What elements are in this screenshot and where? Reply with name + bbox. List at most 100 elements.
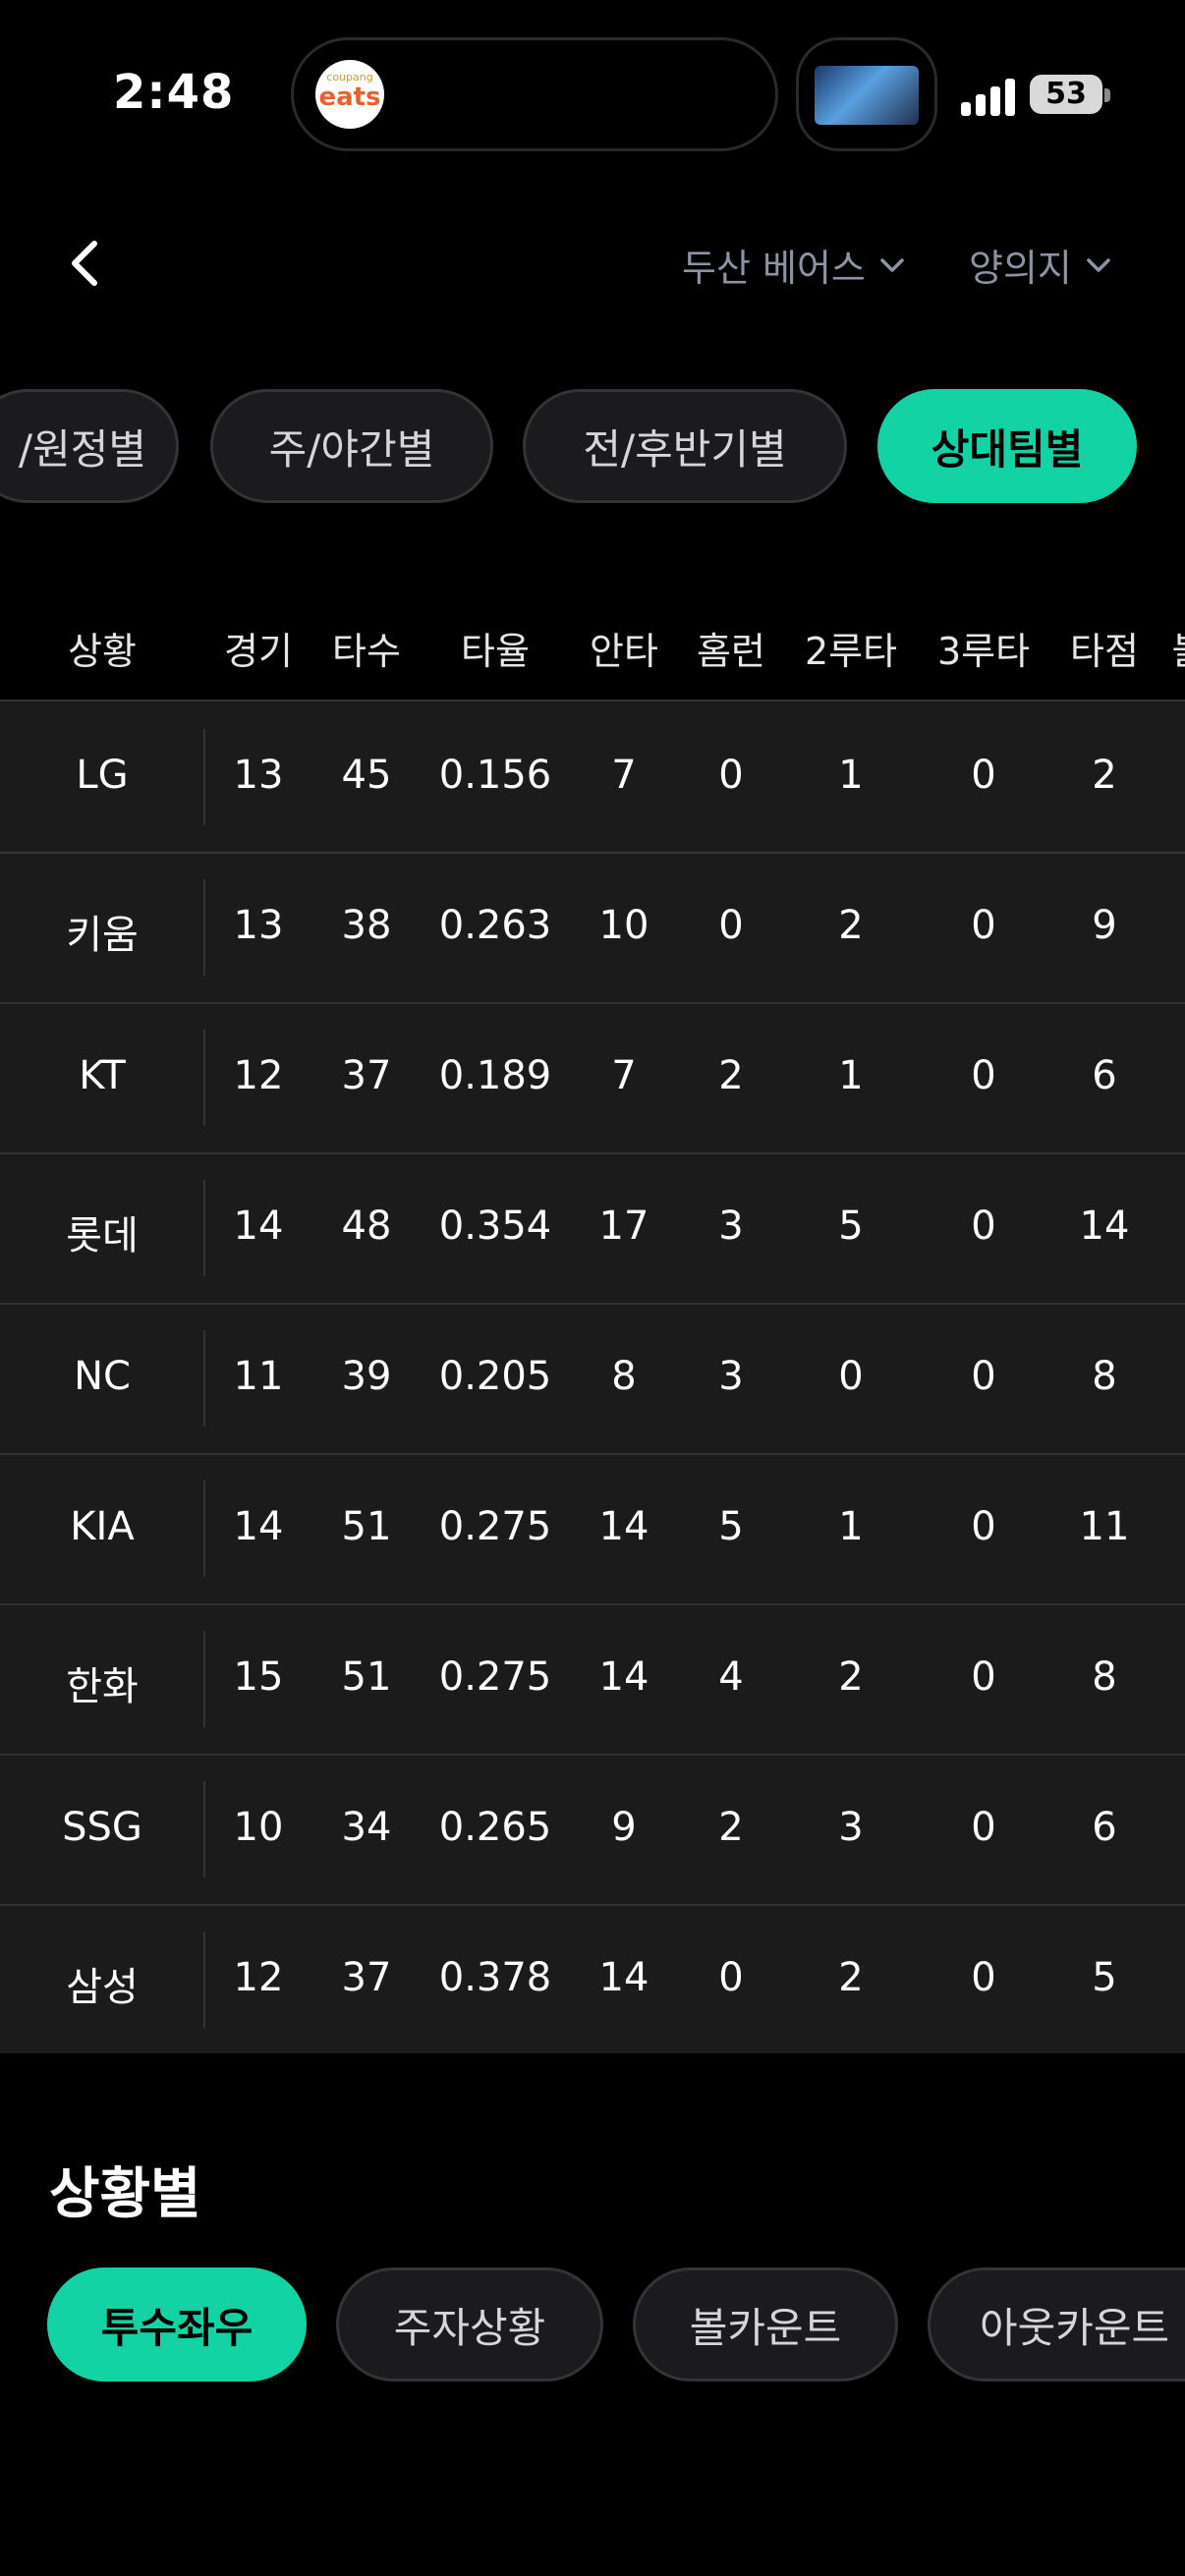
column-divider (203, 1781, 205, 1877)
col-header-overflow: 볼 (1172, 621, 1185, 675)
table-row[interactable]: SSG 10 34 0.265 9 2 3 0 6 (0, 1754, 1185, 1906)
cell-triples: 0 (971, 753, 996, 798)
chevron-down-icon (1087, 257, 1110, 272)
cell-opponent: 한화 (66, 1664, 139, 1709)
cell-opponent: KT (79, 1053, 126, 1098)
cell-hits: 8 (611, 1354, 637, 1399)
team-filter-dropdown[interactable]: 두산 베어스 (682, 238, 907, 292)
cell-avg: 0.378 (438, 1955, 552, 2000)
cell-rbi: 9 (1092, 903, 1117, 948)
cell-triples: 0 (971, 1955, 996, 2000)
column-divider (203, 1631, 205, 1727)
cell-doubles: 1 (838, 753, 864, 798)
cell-hits: 14 (598, 1504, 649, 1549)
cell-rbi: 5 (1092, 1955, 1117, 2000)
tab-label: 주자상황 (393, 2303, 546, 2352)
col-header-at-bats: 타수 (332, 630, 401, 673)
cell-opponent: SSG (62, 1805, 142, 1850)
cell-games: 12 (233, 1955, 284, 2000)
cell-opponent: 롯데 (66, 1213, 139, 1259)
cell-games: 13 (233, 753, 284, 798)
table-row[interactable]: 한화 15 51 0.275 14 4 2 0 8 (0, 1603, 1185, 1756)
cell-opponent: NC (74, 1354, 131, 1399)
table-row[interactable]: KIA 14 51 0.275 14 5 1 0 11 (0, 1453, 1185, 1605)
tab-out-count[interactable]: 아웃카운트 (928, 2268, 1185, 2381)
dynamic-island[interactable]: coupang eats (291, 37, 778, 151)
coupang-eats-logo: coupang eats (315, 60, 384, 129)
col-header-triples: 3루타 (936, 630, 1031, 673)
col-header-situation: 상황 (68, 630, 137, 673)
cell-at-bats: 37 (341, 1955, 392, 2000)
cell-hr: 2 (718, 1805, 744, 1850)
tab-home-away[interactable]: /원정별 (0, 389, 179, 503)
chevron-down-icon (880, 257, 904, 272)
cell-hits: 14 (598, 1654, 649, 1700)
table-row[interactable]: KT 12 37 0.189 7 2 1 0 6 (0, 1002, 1185, 1154)
table-row[interactable]: 키움 13 38 0.263 10 0 2 0 9 (0, 852, 1185, 1004)
cell-rbi: 2 (1092, 753, 1117, 798)
cell-games: 14 (233, 1504, 284, 1549)
tab-runner-situation[interactable]: 주자상황 (336, 2268, 603, 2381)
team-filter-label: 두산 베어스 (682, 247, 866, 290)
cell-hits: 14 (598, 1955, 649, 2000)
cell-hits: 17 (598, 1204, 649, 1249)
cell-avg: 0.265 (438, 1805, 552, 1850)
table-row[interactable]: 삼성 12 37 0.378 14 0 2 0 5 (0, 1904, 1185, 2054)
section-title-situation: 상황별 (49, 2162, 201, 2226)
cell-at-bats: 51 (341, 1504, 392, 1549)
cell-at-bats: 48 (341, 1204, 392, 1249)
cell-doubles: 3 (838, 1805, 864, 1850)
cell-hr: 5 (718, 1504, 744, 1549)
col-header-avg: 타율 (461, 630, 530, 673)
cell-hr: 2 (718, 1053, 744, 1098)
cell-doubles: 5 (838, 1204, 864, 1249)
video-thumbnail (815, 66, 919, 125)
signal-icon (961, 79, 1020, 116)
cell-opponent: 삼성 (66, 1965, 139, 2010)
player-filter-dropdown[interactable]: 양의지 (969, 238, 1113, 292)
cell-avg: 0.156 (438, 753, 552, 798)
cell-opponent: 키움 (66, 913, 139, 958)
col-header-doubles: 2루타 (804, 630, 898, 673)
cell-triples: 0 (971, 1654, 996, 1700)
player-filter-label: 양의지 (969, 247, 1072, 290)
cell-hr: 0 (718, 903, 744, 948)
live-activity-video[interactable] (796, 37, 937, 151)
column-divider (203, 1932, 205, 2028)
tab-label: 볼카운트 (689, 2303, 842, 2352)
cell-at-bats: 45 (341, 753, 392, 798)
stats-table-body: LG 13 45 0.156 7 0 1 0 2 키움 13 38 0.263 … (0, 700, 1185, 2053)
cell-avg: 0.275 (438, 1504, 552, 1549)
table-row[interactable]: 롯데 14 48 0.354 17 3 5 0 14 (0, 1152, 1185, 1305)
cell-avg: 0.263 (438, 903, 552, 948)
column-divider (203, 1030, 205, 1126)
cell-opponent: LG (76, 753, 129, 798)
back-button[interactable] (59, 236, 114, 291)
column-divider (203, 1481, 205, 1577)
cell-avg: 0.205 (438, 1354, 552, 1399)
col-header-games: 경기 (224, 630, 293, 673)
tab-day-night[interactable]: 주/야간별 (210, 389, 493, 503)
tab-ball-count[interactable]: 볼카운트 (633, 2268, 898, 2381)
cell-rbi: 14 (1079, 1204, 1130, 1249)
cell-hits: 10 (598, 903, 649, 948)
cell-triples: 0 (971, 1504, 996, 1549)
logo-main-text: eats (318, 83, 381, 112)
tab-opponent[interactable]: 상대팀별 (877, 389, 1137, 503)
cell-hr: 0 (718, 1955, 744, 2000)
tab-pitcher-hand[interactable]: 투수좌우 (47, 2268, 307, 2381)
cell-games: 14 (233, 1204, 284, 1249)
tab-label: 주/야간별 (268, 424, 435, 474)
tab-half-season[interactable]: 전/후반기별 (523, 389, 847, 503)
cell-avg: 0.189 (438, 1053, 552, 1098)
battery-icon: 53 (1030, 75, 1102, 114)
table-row[interactable]: LG 13 45 0.156 7 0 1 0 2 (0, 701, 1185, 854)
cell-doubles: 2 (838, 903, 864, 948)
table-row[interactable]: NC 11 39 0.205 8 3 0 0 8 (0, 1303, 1185, 1455)
column-divider (203, 1180, 205, 1276)
cell-hr: 3 (718, 1354, 744, 1399)
table-header: 상황 경기 타수 타율 안타 홈런 2루타 3루타 타점 볼 (0, 584, 1185, 700)
cell-at-bats: 51 (341, 1654, 392, 1700)
cell-hr: 0 (718, 753, 744, 798)
cell-games: 12 (233, 1053, 284, 1098)
